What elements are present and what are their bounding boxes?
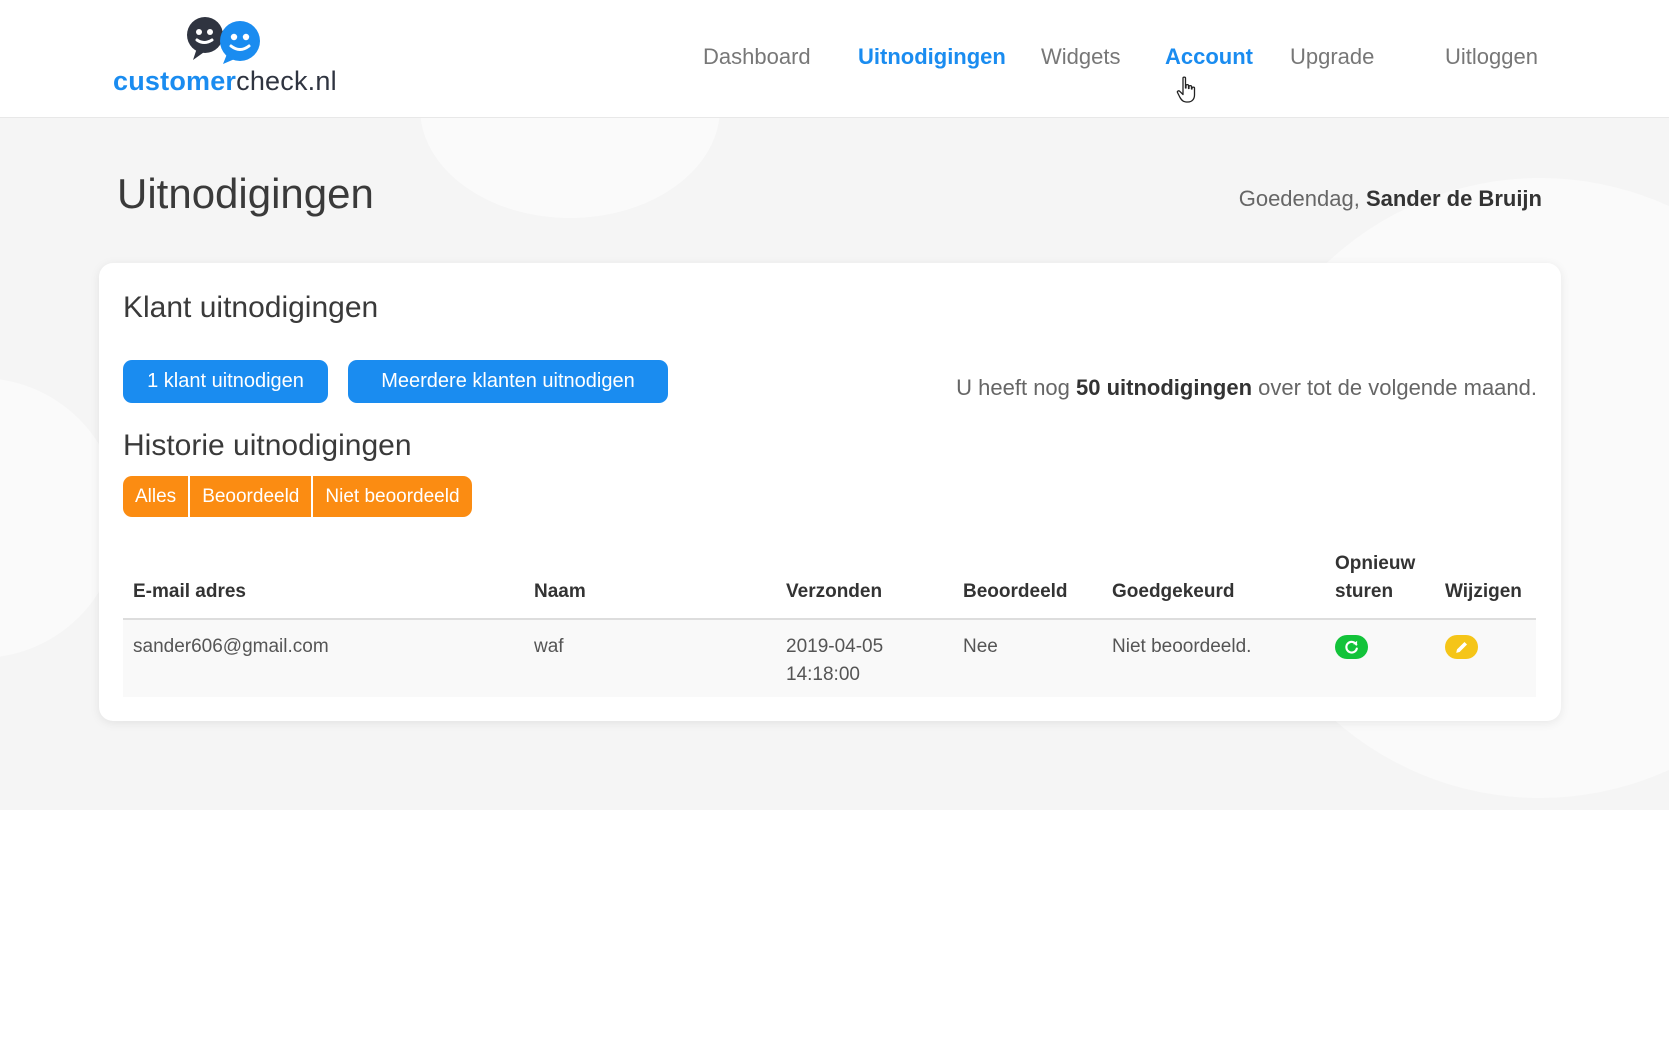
header-email[interactable]: E-mail adres (133, 578, 246, 606)
main-nav: Dashboard Uitnodigingen Widgets Account … (0, 44, 1669, 76)
quota-post: over tot de volgende maand. (1252, 375, 1537, 400)
quota-count: 50 uitnodigingen (1076, 375, 1253, 400)
table-row: sander606@gmail.com waf 2019-04-05 14:18… (123, 620, 1536, 697)
cell-name: waf (534, 636, 564, 657)
quota-pre: U heeft nog (956, 375, 1077, 400)
top-header: customercheck.nl Dashboard Uitnodigingen… (0, 0, 1669, 118)
invitations-card: Klant uitnodigingen 1 klant uitnodigen M… (99, 263, 1561, 721)
user-greeting: Goedendag, Sander de Bruijn (1239, 186, 1542, 212)
nav-widgets[interactable]: Widgets (1041, 44, 1120, 70)
cell-sent: 2019-04-05 14:18:00 (786, 633, 883, 689)
bg-shape (420, 118, 720, 218)
nav-upgrade[interactable]: Upgrade (1290, 44, 1374, 70)
greeting-text: Goedendag, (1238, 186, 1360, 211)
history-title: Historie uitnodigingen (123, 429, 412, 462)
filter-rated-button[interactable]: Beoordeeld (190, 476, 314, 517)
header-resend[interactable]: Opnieuw sturen (1335, 550, 1415, 606)
pencil-icon (1456, 641, 1468, 653)
header-edit[interactable]: Wijzigen (1445, 578, 1522, 606)
cell-rated: Nee (963, 636, 998, 657)
invitation-quota: U heeft nog 50 uitnodigingen over tot de… (956, 375, 1537, 401)
filter-all-button[interactable]: Alles (123, 476, 191, 517)
header-resend-line1: Opnieuw (1335, 553, 1416, 574)
header-sent[interactable]: Verzonden (786, 578, 882, 606)
invite-many-button[interactable]: Meerdere klanten uitnodigen (348, 360, 668, 403)
nav-dashboard[interactable]: Dashboard (703, 44, 811, 70)
invite-one-button[interactable]: 1 klant uitnodigen (123, 360, 328, 403)
refresh-icon (1345, 640, 1358, 654)
hand-pointer-icon (1176, 76, 1196, 103)
header-name[interactable]: Naam (534, 578, 586, 606)
resend-button[interactable] (1335, 635, 1368, 659)
cell-sent-date: 2019-04-05 (786, 636, 884, 657)
nav-account[interactable]: Account (1165, 44, 1253, 70)
table-header: E-mail adres Naam Verzonden Beoordeeld G… (123, 543, 1536, 620)
filter-not-rated-button[interactable]: Niet beoordeeld (313, 476, 472, 517)
page-title: Uitnodigingen (117, 170, 374, 217)
header-approved[interactable]: Goedgekeurd (1112, 578, 1234, 606)
user-name: Sander de Bruijn (1365, 186, 1542, 211)
cell-sent-time: 14:18:00 (786, 664, 860, 685)
header-resend-line2: sturen (1335, 581, 1394, 602)
cell-approved: Niet beoordeeld. (1112, 636, 1252, 657)
invitations-table: E-mail adres Naam Verzonden Beoordeeld G… (123, 543, 1536, 697)
history-filter-group: Alles Beoordeeld Niet beoordeeld (123, 476, 472, 517)
edit-button[interactable] (1445, 635, 1478, 659)
card-title: Klant uitnodigingen (123, 291, 379, 324)
nav-invitations[interactable]: Uitnodigingen (858, 44, 1006, 70)
cell-email: sander606@gmail.com (133, 636, 329, 657)
header-rated[interactable]: Beoordeeld (963, 578, 1068, 606)
nav-logout[interactable]: Uitloggen (1445, 44, 1538, 70)
